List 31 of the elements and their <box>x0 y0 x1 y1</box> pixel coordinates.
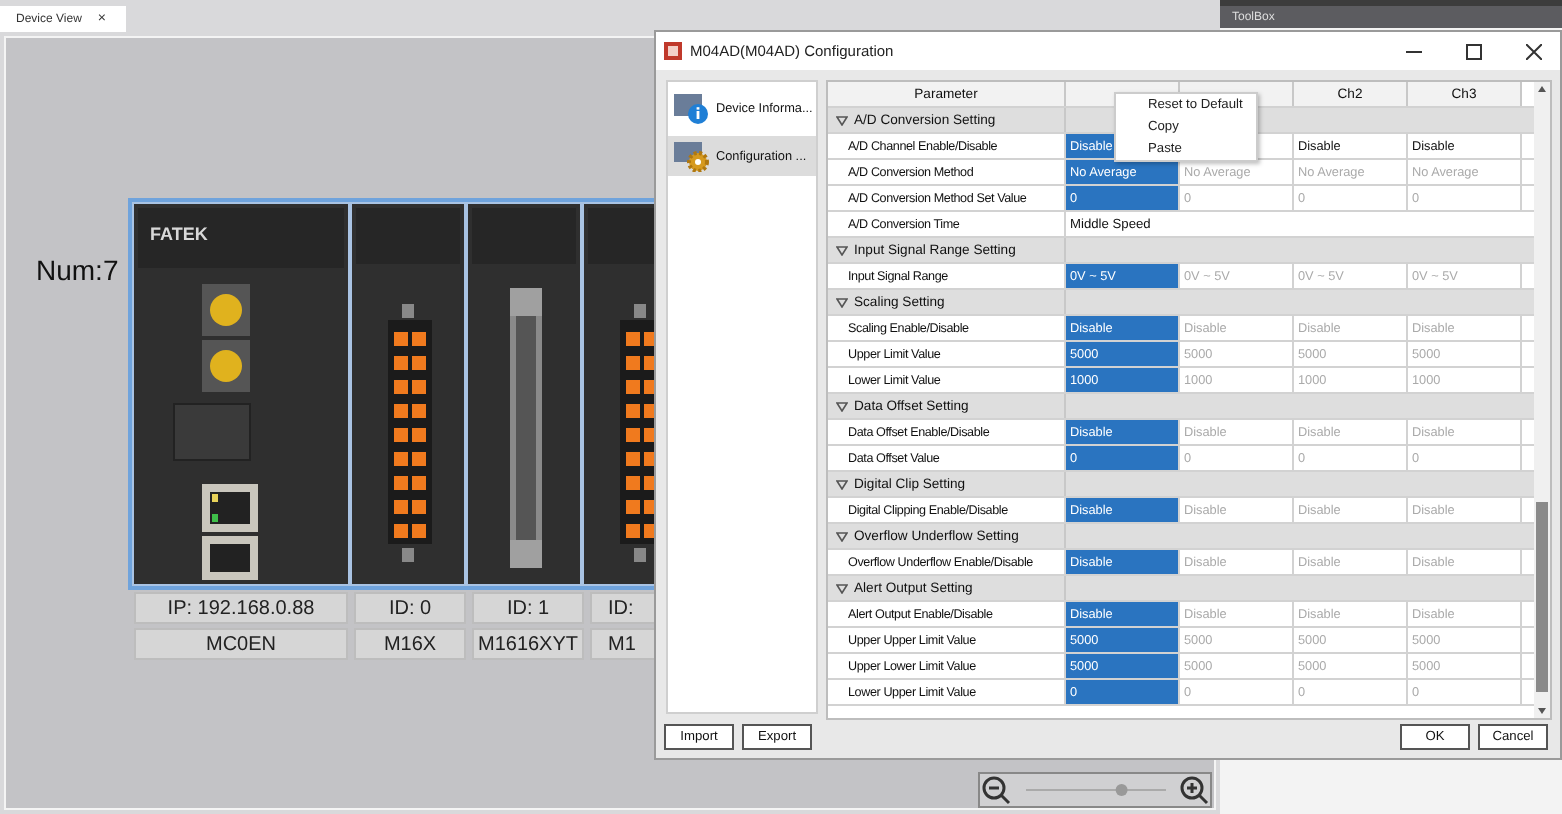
zoom-out-icon[interactable] <box>980 774 1012 806</box>
zoom-slider[interactable] <box>1025 782 1165 798</box>
zoom-in-icon[interactable] <box>1178 774 1210 806</box>
brand-logo: FATEK <box>150 224 208 244</box>
gear-icon <box>674 140 710 172</box>
collapse-caret-icon[interactable] <box>836 531 848 541</box>
module-name: M16X <box>354 628 466 660</box>
controller-module-drawing[interactable]: FATEK <box>134 204 348 584</box>
module-name: M1616XYT <box>472 628 584 660</box>
scrollbar[interactable] <box>1534 82 1550 718</box>
connector-module-drawing[interactable] <box>468 204 580 584</box>
slider-thumb[interactable] <box>1114 784 1127 796</box>
scroll-up-icon[interactable] <box>1536 82 1548 98</box>
collapse-caret-icon[interactable] <box>836 115 848 125</box>
close-icon <box>1526 43 1542 59</box>
module-address: ID: 0 <box>354 592 466 624</box>
collapse-caret-icon[interactable] <box>836 479 848 489</box>
collapse-caret-icon[interactable] <box>836 583 848 593</box>
module-address: ID: 1 <box>472 592 584 624</box>
module-name: MC0EN <box>134 628 348 660</box>
collapse-caret-icon[interactable] <box>836 245 848 255</box>
module-address: IP: 192.168.0.88 <box>134 592 348 624</box>
info-icon <box>674 92 710 124</box>
zoom-control[interactable] <box>978 772 1212 808</box>
module-count: Num:7 <box>36 254 121 286</box>
collapse-caret-icon[interactable] <box>836 297 848 307</box>
maximize-icon <box>1466 43 1482 59</box>
terminal-module-drawing[interactable] <box>352 204 464 584</box>
app-icon <box>664 42 682 60</box>
collapse-caret-icon[interactable] <box>836 401 848 411</box>
scroll-down-icon[interactable] <box>1536 702 1548 718</box>
